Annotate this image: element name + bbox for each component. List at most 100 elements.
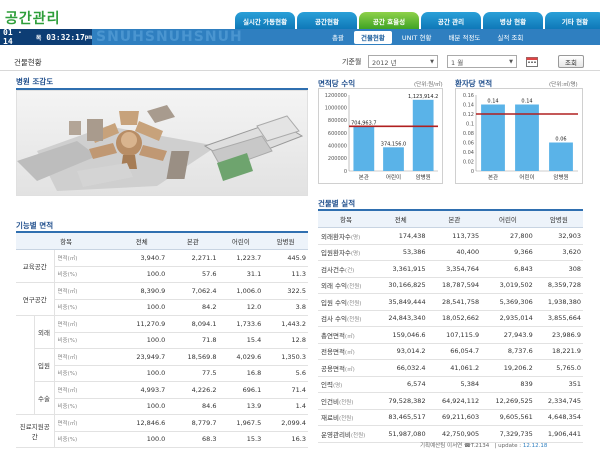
subgroup-label: 수술 <box>34 381 55 415</box>
cell: 1,906,441 <box>534 425 583 443</box>
y-tick-label: 600000 <box>328 131 347 137</box>
table-row: 교육공간 면적(㎡) 3,940.7 2,271.1 1,223.7 445.9 <box>16 249 308 283</box>
metric-name: 인력 <box>321 381 333 390</box>
cell: 7,062.4 <box>167 282 219 300</box>
search-button[interactable]: 조회 <box>558 55 584 68</box>
row-label: 운영관리비(천원) <box>318 425 374 443</box>
table-row: 진료지원공간 면적(㎡) 12,846.6 8,779.7 1,967.5 2,099.4 <box>16 414 308 448</box>
table-row: 연구공간 면적(㎡) 8,390.9 7,062.4 1,006.0 322.5 <box>16 282 308 316</box>
update-label: update : <box>498 443 522 449</box>
cell: 159,046.6 <box>374 326 428 344</box>
cell: 18,052,662 <box>427 310 482 327</box>
year-select[interactable]: 2012 년 ▼ <box>368 55 438 68</box>
metric-unit: (㎡) <box>344 350 355 357</box>
cell: 1,443.2 <box>263 315 308 333</box>
metric-name: 전용면적 <box>321 348 345 357</box>
measure-label: 비중(%) <box>54 431 117 448</box>
row-label: 재료비(천원) <box>318 409 374 426</box>
metric-name: 외래 수익 <box>321 282 347 291</box>
cell: 1,006.0 <box>218 282 264 300</box>
cell: 3,354,764 <box>427 260 482 278</box>
cell: 24,843,340 <box>374 310 428 327</box>
metric-unit: (천원) <box>338 416 354 423</box>
header-row: 항목 전체 본관 어린이 암병원 <box>318 211 583 228</box>
table-row: 비중(%) 100.0 84.2 12.0 3.8 <box>16 299 308 316</box>
row-label: 공용면적(㎡) <box>318 359 374 377</box>
cell: 100.0 <box>116 332 168 349</box>
month-select[interactable]: 1 월 ▼ <box>447 55 517 68</box>
metric-name: 검사 수익 <box>321 315 347 324</box>
cell: 83,465,517 <box>374 409 428 426</box>
cell: 15.4 <box>218 332 264 349</box>
table-row: 비중(%) 100.0 77.5 16.8 5.6 <box>16 365 308 382</box>
tel: T.2134 <box>470 443 490 449</box>
table-row: 외래 면적(㎡) 11,270.9 8,094.1 1,733.6 1,443.2 <box>16 315 308 415</box>
cell: 18,569.8 <box>167 348 219 366</box>
cell: 40,400 <box>427 244 482 261</box>
y-tick-label: 800000 <box>328 118 347 124</box>
tab-4[interactable]: 병상 현황 <box>483 12 543 29</box>
cell: 18,221.9 <box>534 343 583 360</box>
table-row: 수술 면적(㎡) 4,993.7 4,226.2 696.1 71.4 <box>16 381 308 415</box>
table-row: 입원 수익(천원) 35,849,444 28,541,758 5,369,306 1,… <box>318 293 583 311</box>
cell: 23,949.7 <box>116 348 168 366</box>
tab-2[interactable]: 공간 효율성 <box>359 12 419 29</box>
cell: 3,361,915 <box>374 260 428 278</box>
cell: 12,269,525 <box>481 392 535 410</box>
row-label: 외래 수익(천원) <box>318 277 374 294</box>
subgroup-label: 외래 <box>34 315 55 349</box>
cell: 1,223.7 <box>218 249 264 267</box>
tab-3[interactable]: 공간 관리 <box>421 12 481 29</box>
table-row: 외래환자수(명) 174,438 113,735 27,800 32,903 <box>318 227 583 245</box>
bar-암병원 <box>549 142 573 171</box>
cell: 8,359,728 <box>534 277 583 294</box>
cell: 28,541,758 <box>427 293 482 311</box>
cell: 51,987,080 <box>374 425 428 443</box>
x-tick-label: 어린이 <box>386 173 401 181</box>
cell: 71.8 <box>167 332 219 349</box>
table-row: 인력(명) 6,574 5,384 839 351 <box>318 376 583 393</box>
data-label: 0.14 <box>487 99 498 105</box>
data-label: 704,963.7 <box>351 120 376 126</box>
cell: 2,099.4 <box>263 414 308 432</box>
watermark: SNUHSNUHSNUH <box>96 29 243 45</box>
metric-unit: (명) <box>350 234 361 241</box>
y-tick-label: 0.1 <box>466 121 474 127</box>
rev-chart: 0 200000 400000 600000 800000 1000000 1200000 7… <box>318 88 443 184</box>
subnav-item-4[interactable]: 실적 조회 <box>490 31 530 44</box>
col-header: 항목 <box>16 233 117 250</box>
table-row: 검사 수익(천원) 24,843,340 18,052,662 2,935,014 3,… <box>318 310 583 327</box>
sub-nav: 총괄 건물현황 UNIT 현황 배분 적정도 실적 조회 <box>325 29 530 45</box>
subnav-item-2[interactable]: UNIT 현황 <box>395 31 439 44</box>
table-row: 외래 수익(천원) 30,166,825 18,787,594 3,019,502 8,… <box>318 277 583 294</box>
subnav-item-1[interactable]: 건물현황 <box>353 30 392 44</box>
row-label: 검사 수익(천원) <box>318 310 374 327</box>
cell: 7,329,735 <box>481 425 535 443</box>
y-tick-label: 1200000 <box>325 93 347 99</box>
y-tick-label: 200000 <box>328 156 347 162</box>
tab-5[interactable]: 기타 현황 <box>545 12 600 29</box>
y-tick-label: 400000 <box>328 143 347 149</box>
cell: 69,211,603 <box>427 409 482 426</box>
data-label: 0.06 <box>555 137 566 143</box>
x-tick-label: 암병원 <box>416 173 431 181</box>
table-row: 총연면적(㎡) 159,046.6 107,115.9 27,943.9 23,986.… <box>318 326 583 344</box>
tab-1[interactable]: 공간현황 <box>297 12 357 29</box>
data-label: 374,156.0 <box>381 141 406 147</box>
cell: 18,787,594 <box>427 277 482 294</box>
col-header: 본관 <box>427 211 482 228</box>
cell: 100.0 <box>116 365 168 382</box>
calendar-icon[interactable] <box>523 55 553 68</box>
measure-label: 비중(%) <box>54 332 117 349</box>
subnav-item-0[interactable]: 총괄 <box>325 31 351 44</box>
metric-name: 입원환자수 <box>321 249 351 258</box>
tab-0[interactable]: 실시간 가동현황 <box>235 12 295 29</box>
y-tick-label: 0 <box>471 169 474 175</box>
group-label: 교육공간 <box>16 249 55 283</box>
cell: 1,938,380 <box>534 293 583 311</box>
subnav-item-3[interactable]: 배분 적정도 <box>441 31 487 44</box>
y-tick-label: 0.12 <box>463 112 474 118</box>
data-label: 0.14 <box>521 99 532 105</box>
area-table: 항목 전체 본관 어린이 암병원 교육공간 면적(㎡) 3,940.7 2,271.1 1,223… <box>16 233 308 448</box>
cell: 11.3 <box>263 266 308 283</box>
